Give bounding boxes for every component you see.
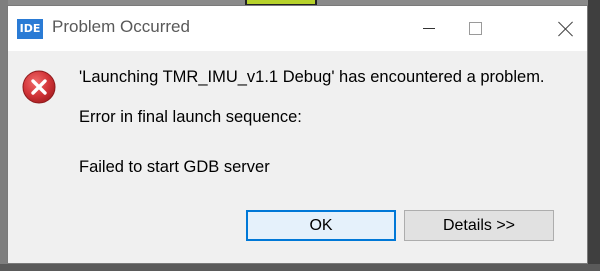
background-window-right — [588, 0, 600, 271]
error-detail-line: Error in final launch sequence: — [79, 108, 302, 126]
maximize-button[interactable] — [452, 6, 498, 51]
maximize-icon — [468, 22, 482, 35]
ok-button[interactable]: OK — [246, 210, 396, 241]
error-reason-line: Failed to start GDB server — [79, 158, 270, 176]
error-heading: 'Launching TMR_IMU_v1.1 Debug' has encou… — [79, 68, 545, 86]
close-button[interactable] — [543, 6, 589, 51]
minimize-icon — [423, 28, 435, 29]
problem-dialog: IDE Problem Occurred 'Launching TMR_IMU_… — [7, 5, 588, 264]
title-bar[interactable]: IDE Problem Occurred — [8, 6, 587, 51]
error-icon — [22, 70, 56, 104]
window-title: Problem Occurred — [52, 17, 190, 36]
minimize-button[interactable] — [406, 6, 452, 51]
details-button[interactable]: Details >> — [404, 210, 554, 241]
background-window-bottom — [0, 264, 600, 271]
close-icon — [558, 21, 574, 37]
ide-logo-icon: IDE — [17, 19, 43, 39]
